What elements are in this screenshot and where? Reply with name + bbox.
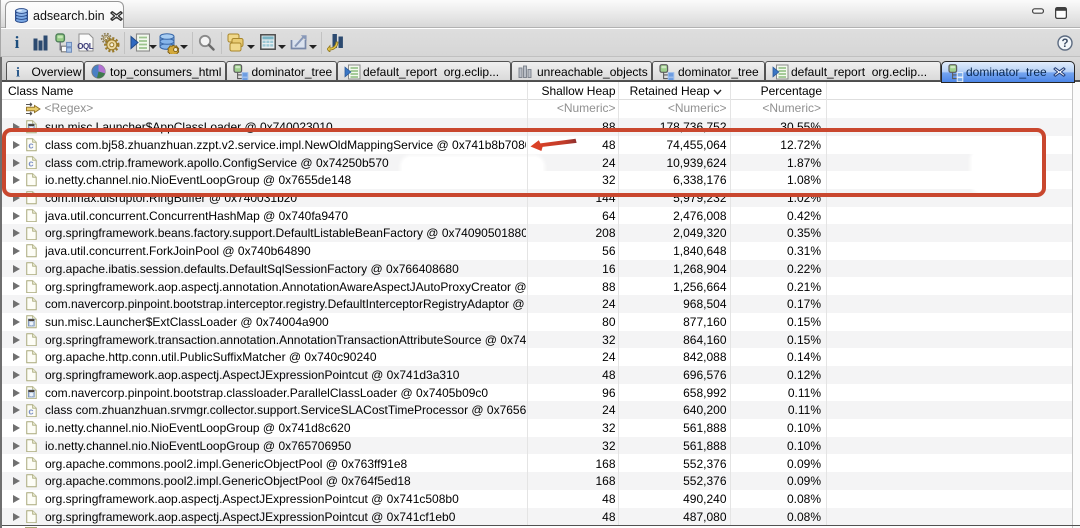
svg-text:c: c: [28, 406, 33, 417]
